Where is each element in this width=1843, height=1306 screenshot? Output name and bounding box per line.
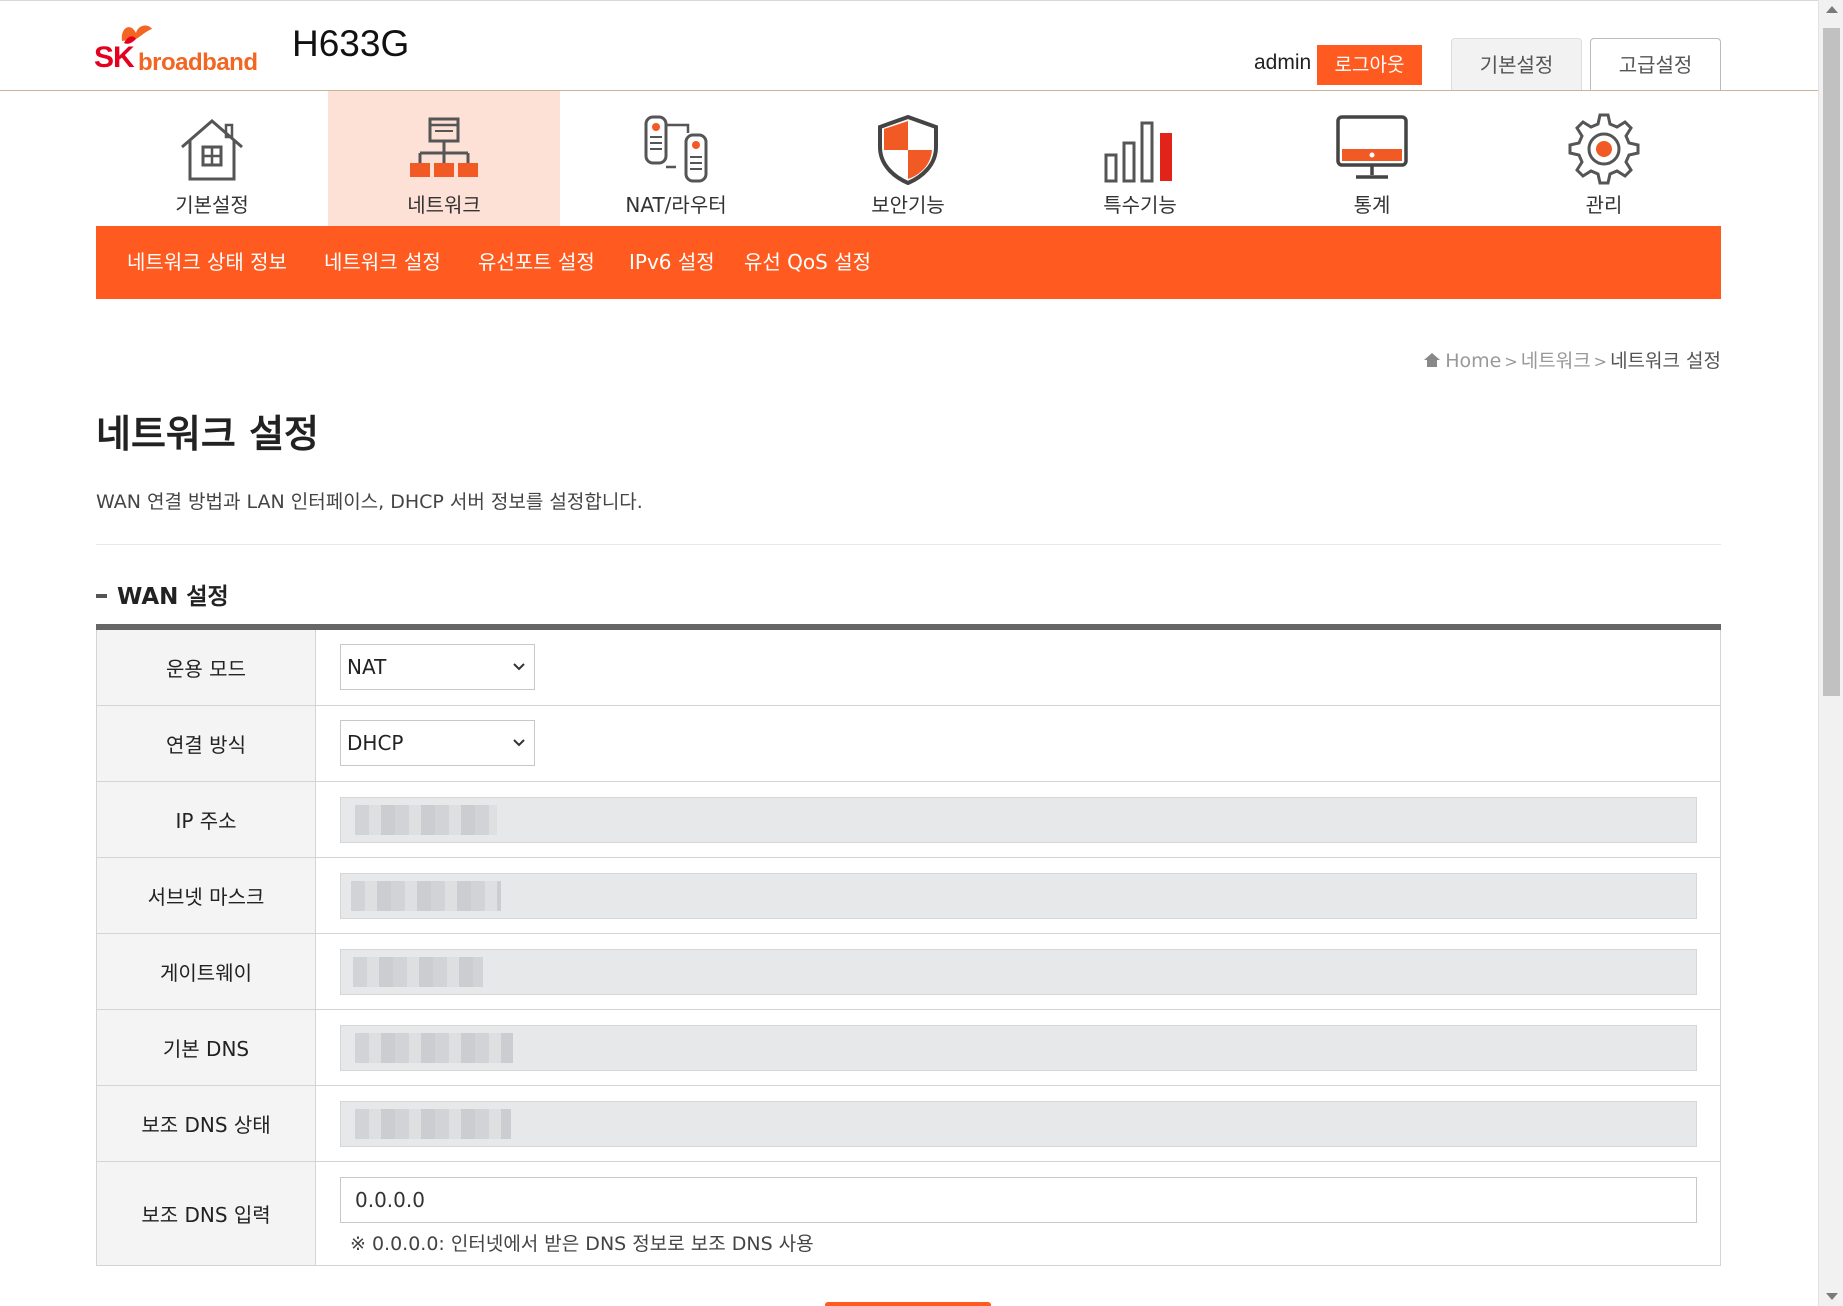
scrollbar-thumb[interactable] [1823, 28, 1840, 696]
nav-label: 통계 [1353, 193, 1391, 217]
table-row: 운용 모드 NAT [96, 630, 1721, 706]
nav-item-admin[interactable]: 관리 [1488, 91, 1720, 226]
apply-button[interactable] [825, 1302, 991, 1306]
subnet-mask-field [340, 873, 1697, 919]
row-label: 게이트웨이 [97, 934, 316, 1009]
operation-mode-value: NAT [347, 655, 387, 679]
row-label: 연결 방식 [97, 706, 316, 781]
table-row: 서브넷 마스크 [96, 858, 1721, 934]
breadcrumb: Home > 네트워크 > 네트워크 설정 [1423, 346, 1721, 373]
nav-label: 관리 [1585, 193, 1623, 217]
redacted-value [351, 881, 501, 911]
row-label: 보조 DNS 상태 [97, 1086, 316, 1161]
router-icon [644, 115, 708, 183]
redacted-value [355, 1033, 513, 1063]
main-icon-nav: 기본설정 네트워크 NAT/라우터 보안기능 특수기능 통계 관리 [96, 91, 1721, 226]
primary-dns-field [340, 1025, 1697, 1071]
brand-sk: SK [94, 41, 135, 74]
nav-item-nat-router[interactable]: NAT/라우터 [560, 91, 792, 226]
nav-label: 네트워크 [407, 193, 481, 217]
breadcrumb-separator: > [1593, 352, 1608, 371]
table-row: 기본 DNS [96, 1010, 1721, 1086]
scroll-up-arrow-icon[interactable] [1826, 6, 1838, 13]
nav-item-network[interactable]: 네트워크 [328, 91, 560, 226]
secondary-dns-note: ※ 0.0.0.0: 인터넷에서 받은 DNS 정보로 보조 DNS 사용 [350, 1233, 814, 1255]
header: SK broadband H633G admin 로그아웃 기본설정 고급설정 [0, 1, 1818, 91]
router-admin-page: SK broadband H633G admin 로그아웃 기본설정 고급설정 … [0, 0, 1818, 1306]
chevron-down-icon [513, 663, 525, 671]
breadcrumb-network[interactable]: 네트워크 [1521, 350, 1591, 372]
nav-item-security[interactable]: 보안기능 [792, 91, 1024, 226]
row-label: 기본 DNS [97, 1010, 316, 1085]
sub-nav-wired-qos[interactable]: 유선 QoS 설정 [744, 246, 871, 275]
redacted-value [355, 805, 497, 835]
table-row: 보조 DNS 입력 0.0.0.0 ※ 0.0.0.0: 인터넷에서 받은 DN… [96, 1162, 1721, 1266]
table-row: IP 주소 [96, 782, 1721, 858]
nav-label: 기본설정 [175, 193, 249, 217]
nav-label: 보안기능 [871, 193, 945, 217]
page-description: WAN 연결 방법과 LAN 인터페이스, DHCP 서버 정보를 설정합니다. [96, 491, 643, 513]
table-row: 게이트웨이 [96, 934, 1721, 1010]
tab-advanced-settings[interactable]: 고급설정 [1590, 38, 1721, 90]
sub-nav-ipv6[interactable]: IPv6 설정 [629, 246, 715, 275]
nav-item-special[interactable]: 특수기능 [1024, 91, 1256, 226]
connection-type-value: DHCP [347, 731, 404, 755]
table-row: 보조 DNS 상태 [96, 1086, 1721, 1162]
nav-label: NAT/라우터 [625, 193, 727, 217]
scrollbar[interactable] [1818, 0, 1843, 1306]
redacted-value [353, 957, 483, 987]
row-label: IP 주소 [97, 782, 316, 857]
sub-nav: 네트워크 상태 정보 네트워크 설정 유선포트 설정 IPv6 설정 유선 Qo… [96, 226, 1721, 299]
breadcrumb-separator: > [1504, 352, 1518, 371]
section-bar-icon [96, 594, 107, 598]
shield-icon [878, 114, 938, 185]
tab-basic-settings[interactable]: 기본설정 [1451, 38, 1582, 90]
page-title: 네트워크 설정 [96, 412, 319, 456]
secondary-dns-input[interactable]: 0.0.0.0 [340, 1177, 1697, 1223]
section-title: WAN 설정 [96, 577, 229, 611]
home-icon [181, 119, 243, 181]
secondary-dns-status-field [340, 1101, 1697, 1147]
row-label: 보조 DNS 입력 [97, 1162, 316, 1265]
chevron-down-icon [513, 739, 525, 747]
brand-broadband: broadband [138, 49, 258, 76]
divider [96, 544, 1721, 545]
sub-nav-network-status[interactable]: 네트워크 상태 정보 [127, 246, 287, 275]
logout-button[interactable]: 로그아웃 [1317, 45, 1422, 85]
sub-nav-wired-port[interactable]: 유선포트 설정 [478, 246, 595, 275]
sub-nav-network-settings[interactable]: 네트워크 설정 [324, 246, 441, 275]
operation-mode-select[interactable]: NAT [340, 644, 535, 690]
redacted-value [355, 1109, 511, 1139]
monitor-icon [1336, 115, 1408, 179]
ip-address-field [340, 797, 1697, 843]
home-small-icon [1424, 353, 1441, 367]
nav-item-stats[interactable]: 통계 [1256, 91, 1488, 226]
row-label: 운용 모드 [97, 630, 316, 705]
network-icon [410, 117, 478, 177]
model-name: H633G [292, 23, 410, 64]
section-title-text: WAN 설정 [117, 584, 229, 610]
scroll-down-arrow-icon[interactable] [1826, 1293, 1838, 1300]
bars-icon [1104, 121, 1172, 183]
nav-item-basic[interactable]: 기본설정 [96, 91, 328, 226]
nav-label: 특수기능 [1103, 193, 1177, 217]
connection-type-select[interactable]: DHCP [340, 720, 535, 766]
sk-broadband-logo[interactable]: SK broadband [94, 19, 259, 76]
wan-settings-table: 운용 모드 NAT 연결 방식 DHCP IP 주소 서브넷 마스크 게이트웨이… [96, 624, 1721, 1266]
breadcrumb-home[interactable]: Home [1445, 350, 1501, 372]
user-name: admin [1254, 51, 1312, 74]
gateway-field [340, 949, 1697, 995]
gear-icon [1568, 113, 1640, 185]
breadcrumb-current: 네트워크 설정 [1610, 350, 1721, 372]
table-row: 연결 방식 DHCP [96, 706, 1721, 782]
row-label: 서브넷 마스크 [97, 858, 316, 933]
